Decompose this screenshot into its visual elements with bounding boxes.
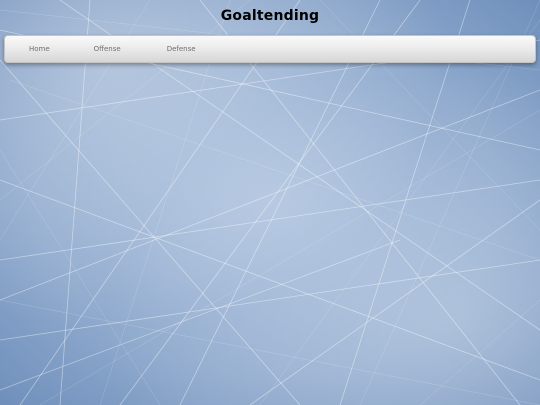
main-navbar: Home Offense Defense	[4, 35, 536, 63]
nav-link-home[interactable]: Home	[19, 41, 60, 57]
nav-link-defense[interactable]: Defense	[157, 41, 206, 57]
page-title: Goaltending	[220, 8, 320, 24]
nav-link-offense[interactable]: Offense	[84, 41, 131, 57]
